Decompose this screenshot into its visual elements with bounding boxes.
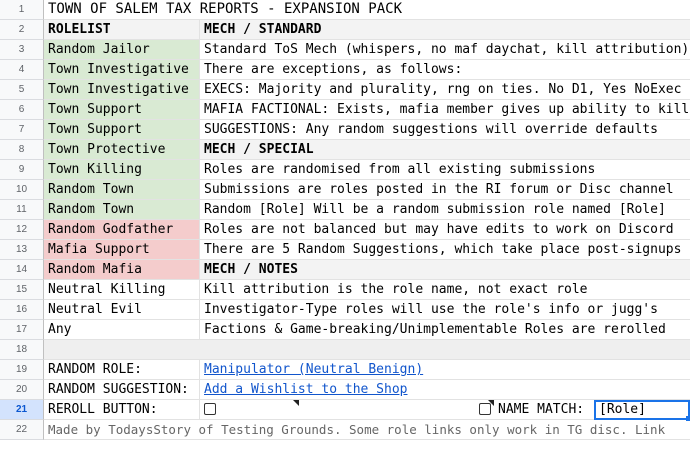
row-number[interactable]: 13 bbox=[0, 240, 44, 260]
role-cell[interactable]: Mafia Support bbox=[44, 240, 200, 260]
sheet-row-17: 17 Any Factions & Game-breaking/Unimplem… bbox=[0, 320, 690, 340]
spacer-cell[interactable] bbox=[44, 340, 690, 360]
sheet-row-12: 12 Random Godfather Roles are not balanc… bbox=[0, 220, 690, 240]
mech-cell[interactable]: Random [Role] Will be a random submissio… bbox=[200, 200, 690, 220]
mech-cell[interactable]: Standard ToS Mech (whispers, no maf dayc… bbox=[200, 40, 690, 60]
sheet-row-20: 20 RANDOM SUGGESTION: Add a Wishlist to … bbox=[0, 380, 690, 400]
reroll-checkbox[interactable] bbox=[204, 403, 216, 415]
mech-cell[interactable]: MAFIA FACTIONAL: Exists, mafia member gi… bbox=[200, 100, 690, 120]
sheet-row-6: 6 Town Support MAFIA FACTIONAL: Exists, … bbox=[0, 100, 690, 120]
mech-cell[interactable]: Factions & Game-breaking/Unimplementable… bbox=[200, 320, 690, 340]
sheet-row-10: 10 Random Town Submissions are roles pos… bbox=[0, 180, 690, 200]
mech-cell[interactable]: SUGGESTIONS: Any random suggestions will… bbox=[200, 120, 690, 140]
row-number[interactable]: 11 bbox=[0, 200, 44, 220]
row-number[interactable]: 5 bbox=[0, 80, 44, 100]
sheet-row-8: 8 Town Protective MECH / SPECIAL bbox=[0, 140, 690, 160]
row-number[interactable]: 10 bbox=[0, 180, 44, 200]
role-cell[interactable]: Random Godfather bbox=[44, 220, 200, 240]
row-number[interactable]: 16 bbox=[0, 300, 44, 320]
sheet-row-2: 2 ROLELIST MECH / STANDARD bbox=[0, 20, 690, 40]
row-number[interactable]: 2 bbox=[0, 20, 44, 40]
random-role-cell[interactable]: Manipulator (Neutral Benign) bbox=[200, 360, 690, 380]
rolelist-header[interactable]: ROLELIST bbox=[44, 20, 200, 40]
sheet-row-21: 21 REROLL BUTTON: NAME MATCH: [Role] bbox=[0, 400, 690, 421]
row-number[interactable]: 19 bbox=[0, 360, 44, 380]
row-number[interactable]: 6 bbox=[0, 100, 44, 120]
random-suggestion-label: RANDOM SUGGESTION: bbox=[44, 380, 200, 400]
random-suggestion-cell[interactable]: Add a Wishlist to the Shop bbox=[200, 380, 690, 400]
role-cell[interactable]: Neutral Evil bbox=[44, 300, 200, 320]
sheet-row-3: 3 Random Jailor Standard ToS Mech (whisp… bbox=[0, 40, 690, 60]
reroll-button-label: REROLL BUTTON: bbox=[44, 400, 200, 420]
sheet-row-19: 19 RANDOM ROLE: Manipulator (Neutral Ben… bbox=[0, 360, 690, 380]
mech-cell[interactable]: Roles are randomised from all existing s… bbox=[200, 160, 690, 180]
row-number-selected[interactable]: 21 bbox=[0, 400, 44, 420]
role-cell[interactable]: Town Support bbox=[44, 100, 200, 120]
row-number[interactable]: 4 bbox=[0, 60, 44, 80]
random-role-link[interactable]: Manipulator (Neutral Benign) bbox=[204, 362, 423, 377]
sheet-title[interactable]: TOWN OF SALEM TAX REPORTS - EXPANSION PA… bbox=[44, 0, 690, 20]
role-cell[interactable]: Random Jailor bbox=[44, 40, 200, 60]
row-number[interactable]: 12 bbox=[0, 220, 44, 240]
row-number[interactable]: 15 bbox=[0, 280, 44, 300]
role-cell[interactable]: Town Investigative bbox=[44, 60, 200, 80]
role-cell[interactable]: Town Investigative bbox=[44, 80, 200, 100]
sheet-row-1: 1 TOWN OF SALEM TAX REPORTS - EXPANSION … bbox=[0, 0, 690, 20]
random-role-label: RANDOM ROLE: bbox=[44, 360, 200, 380]
mech-notes-header[interactable]: MECH / NOTES bbox=[200, 260, 690, 280]
mech-special-header[interactable]: MECH / SPECIAL bbox=[200, 140, 690, 160]
row-number[interactable]: 17 bbox=[0, 320, 44, 340]
dropdown-corner-icon bbox=[293, 400, 299, 406]
row-number[interactable]: 18 bbox=[0, 340, 44, 360]
sheet-row-9: 9 Town Killing Roles are randomised from… bbox=[0, 160, 690, 180]
mech-cell[interactable]: EXECS: Majority and plurality, rng on ti… bbox=[200, 80, 690, 100]
sheet-row-15: 15 Neutral Killing Kill attribution is t… bbox=[0, 280, 690, 300]
row-number[interactable]: 14 bbox=[0, 260, 44, 280]
mech-cell[interactable]: Roles are not balanced but may have edit… bbox=[200, 220, 690, 240]
role-cell[interactable]: Random Town bbox=[44, 200, 200, 220]
random-suggestion-link[interactable]: Add a Wishlist to the Shop bbox=[204, 382, 408, 397]
role-cell[interactable]: Town Protective bbox=[44, 140, 200, 160]
sheet-row-22: 22 Made by TodaysStory of Testing Ground… bbox=[0, 420, 690, 440]
row-number[interactable]: 7 bbox=[0, 120, 44, 140]
footer-credit[interactable]: Made by TodaysStory of Testing Grounds. … bbox=[44, 420, 690, 440]
name-match-input[interactable]: [Role] bbox=[594, 400, 690, 420]
name-match-label: NAME MATCH: bbox=[498, 402, 585, 417]
role-cell[interactable]: Town Killing bbox=[44, 160, 200, 180]
mech-cell[interactable]: There are exceptions, as follows: bbox=[200, 60, 690, 80]
sheet-row-7: 7 Town Support SUGGESTIONS: Any random s… bbox=[0, 120, 690, 140]
mech-cell[interactable]: Investigator-Type roles will use the rol… bbox=[200, 300, 690, 320]
row-number[interactable]: 8 bbox=[0, 140, 44, 160]
sheet-row-14: 14 Random Mafia MECH / NOTES bbox=[0, 260, 690, 280]
row-number[interactable]: 20 bbox=[0, 380, 44, 400]
sheet-row-5: 5 Town Investigative EXECS: Majority and… bbox=[0, 80, 690, 100]
role-cell[interactable]: Town Support bbox=[44, 120, 200, 140]
sheet-row-13: 13 Mafia Support There are 5 Random Sugg… bbox=[0, 240, 690, 260]
sheet-row-11: 11 Random Town Random [Role] Will be a r… bbox=[0, 200, 690, 220]
sheet-row-18: 18 bbox=[0, 340, 690, 360]
row-number[interactable]: 22 bbox=[0, 420, 44, 440]
role-cell[interactable]: Random Town bbox=[44, 180, 200, 200]
dropdown-corner-icon bbox=[488, 400, 494, 406]
spreadsheet: 1 TOWN OF SALEM TAX REPORTS - EXPANSION … bbox=[0, 0, 690, 449]
sheet-row-4: 4 Town Investigative There are exception… bbox=[0, 60, 690, 80]
mech-standard-header[interactable]: MECH / STANDARD bbox=[200, 20, 690, 40]
row-number[interactable]: 1 bbox=[0, 0, 44, 20]
row-number[interactable]: 3 bbox=[0, 40, 44, 60]
role-cell[interactable]: Neutral Killing bbox=[44, 280, 200, 300]
mech-cell[interactable]: Submissions are roles posted in the RI f… bbox=[200, 180, 690, 200]
row-number[interactable]: 9 bbox=[0, 160, 44, 180]
sheet-row-16: 16 Neutral Evil Investigator-Type roles … bbox=[0, 300, 690, 320]
role-cell[interactable]: Random Mafia bbox=[44, 260, 200, 280]
role-cell[interactable]: Any bbox=[44, 320, 200, 340]
mech-cell[interactable]: Kill attribution is the role name, not e… bbox=[200, 280, 690, 300]
mech-cell[interactable]: There are 5 Random Suggestions, which ta… bbox=[200, 240, 690, 260]
